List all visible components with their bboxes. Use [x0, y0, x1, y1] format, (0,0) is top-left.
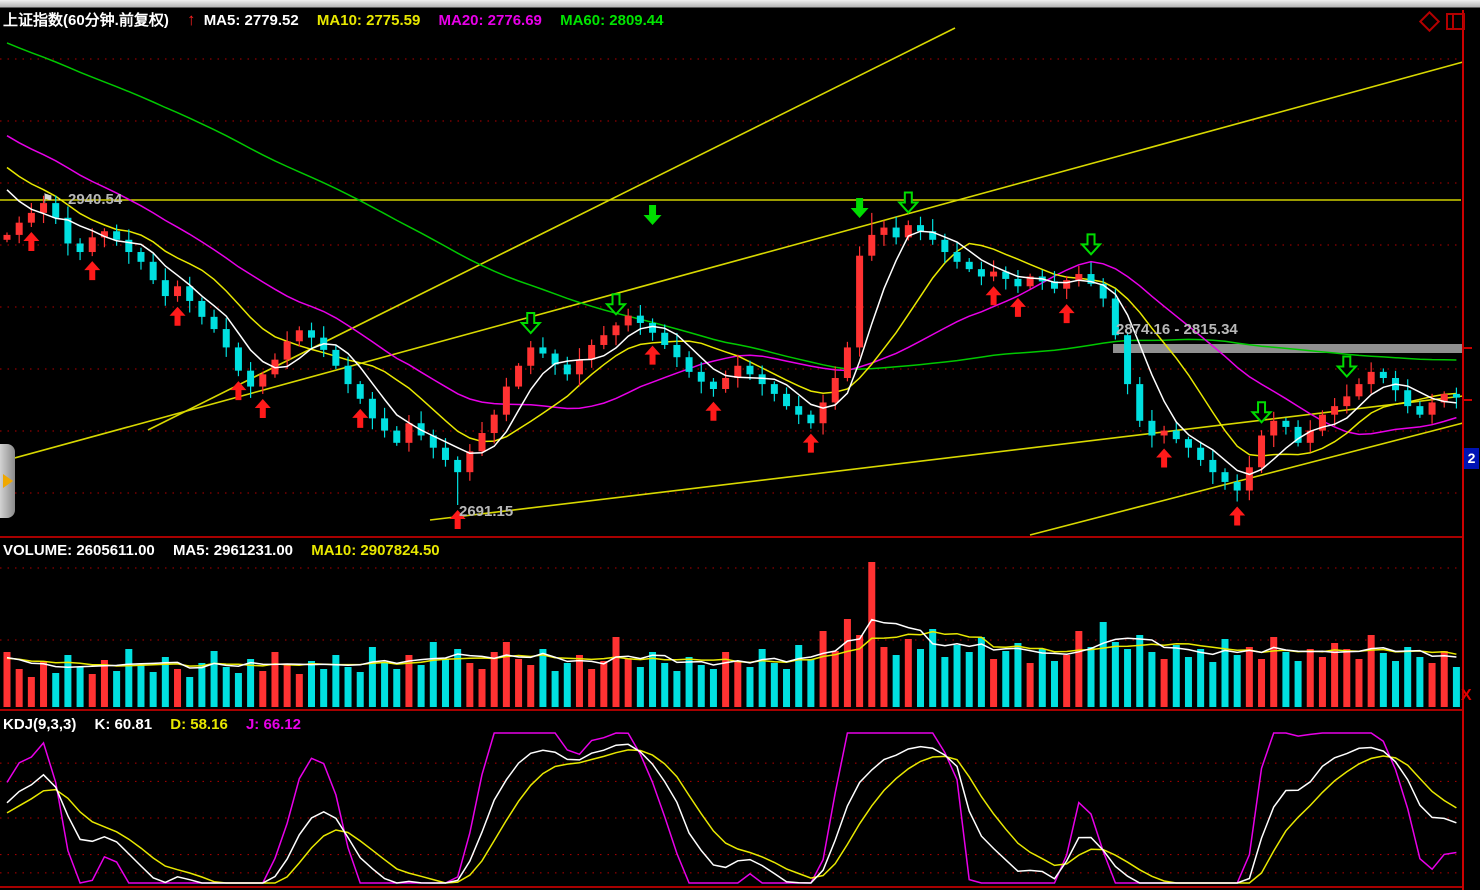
volume-value[interactable]: VOLUME: 2605611.00 [3, 542, 155, 559]
ma60-value: MA60: 2809.44 [560, 12, 663, 29]
kdj-lines[interactable] [7, 733, 1456, 883]
symbol-title: 上证指数(60分钟.前复权) [3, 12, 169, 29]
diamond-marker-icon[interactable] [1419, 11, 1440, 32]
ma20-value: MA20: 2776.69 [439, 12, 542, 29]
split-window-icon[interactable] [1446, 13, 1465, 30]
kdj-d-value: D: 58.16 [170, 716, 228, 733]
gap-range-label: 2874.16 - 2815.34 [1116, 321, 1238, 338]
panel-dividers [0, 10, 1472, 890]
sidebar-expander-handle[interactable] [0, 444, 15, 518]
kdj-name[interactable]: KDJ(9,3,3) [3, 716, 76, 733]
ma5-value: MA5: 2779.52 [204, 12, 299, 29]
corner-tools [1422, 13, 1465, 30]
indicator-close-button[interactable]: X [1461, 687, 1472, 705]
trend-lines [0, 28, 1463, 535]
kdj-k-value: K: 60.81 [95, 716, 153, 733]
trend-up-arrow-icon: ↑ [187, 10, 196, 29]
alert-flag-icon: ⚑ · [42, 190, 62, 208]
price-panel-header: 上证指数(60分钟.前复权) ↑ MA5: 2779.52 MA10: 2775… [3, 9, 677, 30]
low-price-label: 2691.15 [459, 503, 513, 520]
toolbar-bottom-edge [0, 0, 1480, 8]
volume-ma10-value: MA10: 2907824.50 [311, 542, 439, 559]
gridlines [0, 59, 1461, 873]
price-moving-averages [7, 43, 1456, 456]
expand-right-icon [3, 474, 13, 488]
chart-window: 上证指数(60分钟.前复权) ↑ MA5: 2779.52 MA10: 2775… [0, 0, 1480, 890]
alert-price-label: 2940.54 [68, 191, 122, 208]
kdj-panel-header: KDJ(9,3,3) K: 60.81 D: 58.16 J: 66.12 [3, 716, 315, 733]
volume-ma5-value: MA5: 2961231.00 [173, 542, 293, 559]
chart-canvas[interactable] [0, 0, 1480, 890]
kdj-j-value: J: 66.12 [246, 716, 301, 733]
volume-panel-header: VOLUME: 2605611.00 MA5: 2961231.00 MA10:… [3, 542, 454, 559]
volume-bars[interactable] [4, 562, 1460, 707]
ma10-value: MA10: 2775.59 [317, 12, 420, 29]
marker-badge-2[interactable]: 2 [1464, 448, 1479, 469]
